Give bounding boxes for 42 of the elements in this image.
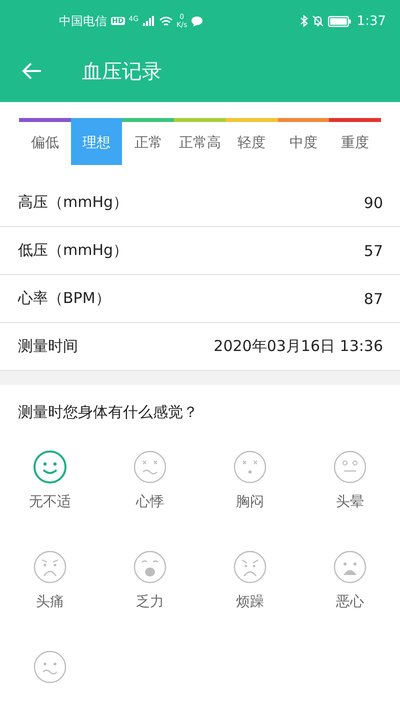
- symptom-label: 乏力: [136, 593, 164, 611]
- symptom-label: 头痛: [36, 593, 64, 611]
- reading-value: 2020年03月16日 13:36: [214, 337, 383, 356]
- stunned-face-icon[interactable]: [233, 450, 267, 484]
- level-tab[interactable]: 轻度: [226, 122, 278, 165]
- yawn-face-icon[interactable]: [133, 550, 167, 584]
- reading-value: 90: [364, 194, 383, 212]
- wifi-icon: [158, 16, 173, 26]
- reading-label: 测量时间: [18, 337, 78, 356]
- reading-label: 心率（BPM）: [18, 289, 110, 308]
- symptom-label: 恶心: [336, 593, 364, 611]
- smile-face-icon[interactable]: [33, 450, 67, 484]
- bluetooth-icon: [300, 15, 308, 27]
- dizzy-face-icon[interactable]: [133, 450, 167, 484]
- reading-label: 高压（mmHg）: [18, 193, 128, 212]
- carrier-name: 中国电信: [59, 12, 107, 30]
- level-tab[interactable]: 偏低: [19, 122, 71, 165]
- page-title: 血压记录: [82, 58, 162, 84]
- level-tab[interactable]: 正常高: [174, 122, 226, 165]
- symptom-label: 心悸: [136, 493, 164, 511]
- level-tab[interactable]: 中度: [278, 122, 330, 165]
- sad-face-icon[interactable]: [33, 550, 67, 584]
- reading-value: 87: [364, 290, 383, 308]
- question-text: 测量时您身体有什么感觉？: [17, 402, 199, 422]
- symptom-label: 头晕: [336, 493, 364, 511]
- symptom-label: 烦躁: [236, 593, 264, 611]
- chat-bubble-icon: [191, 16, 204, 26]
- blank-face-icon[interactable]: [333, 450, 367, 484]
- signal-icon: [142, 16, 155, 26]
- reading-value: 57: [364, 242, 383, 260]
- symptom-label: 无不适: [29, 493, 71, 511]
- battery-icon: [328, 16, 351, 26]
- reading-label: 低压（mmHg）: [18, 241, 128, 260]
- queasy-face-icon[interactable]: [33, 650, 67, 684]
- back-arrow-icon[interactable]: [22, 62, 42, 80]
- mute-bell-icon: [312, 15, 324, 27]
- level-tab[interactable]: 重度: [329, 122, 382, 165]
- symptom-label: 胸闷: [236, 493, 264, 511]
- clock-time: 1:37: [356, 14, 386, 28]
- angry-face-icon[interactable]: [233, 550, 267, 584]
- level-tab[interactable]: 正常: [122, 122, 174, 165]
- gasp-face-icon[interactable]: [333, 550, 367, 584]
